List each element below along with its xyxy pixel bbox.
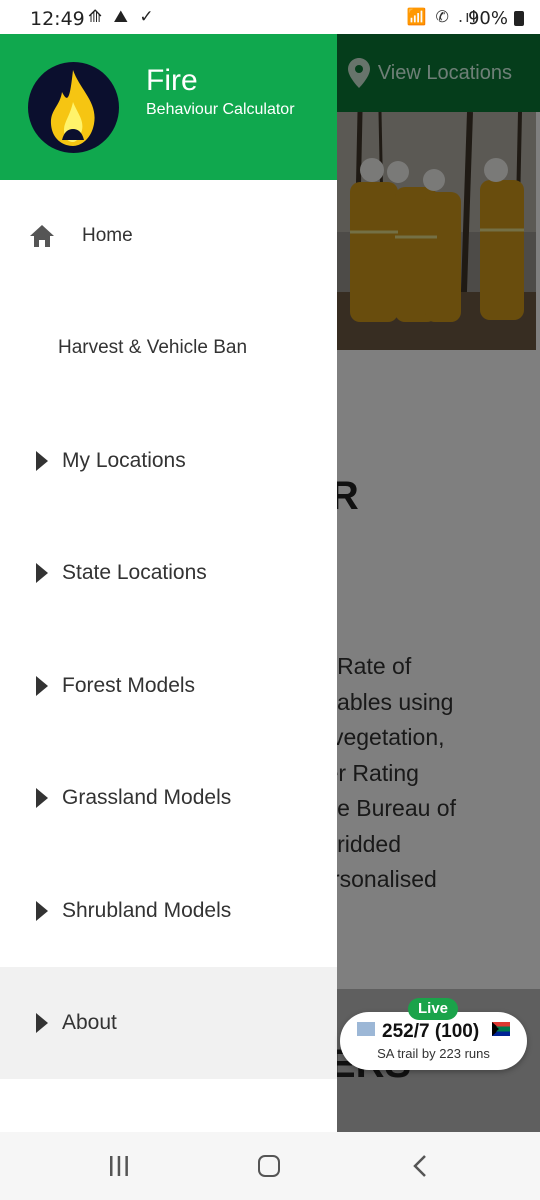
notification-icons: ⟰ ⛰ ✓	[88, 7, 157, 27]
home-icon	[30, 225, 54, 247]
menu-label: Forest Models	[62, 674, 196, 697]
home-button-icon[interactable]	[258, 1155, 280, 1177]
app-subtitle: Behaviour Calculator	[146, 101, 295, 118]
menu-label: My Locations	[62, 449, 186, 472]
menu-item-state-locations[interactable]: State Locations	[0, 517, 337, 629]
drawer-header: Fire Behaviour Calculator	[0, 34, 337, 180]
status-time: 12:49	[30, 8, 85, 30]
recent-apps-icon[interactable]	[109, 1155, 129, 1177]
menu-item-grassland-models[interactable]: Grassland Models	[0, 742, 337, 854]
caret-right-icon	[36, 563, 48, 583]
menu-label: Harvest & Vehicle Ban	[58, 337, 248, 358]
menu-item-my-locations[interactable]: My Locations	[0, 405, 337, 517]
menu-label: Shrubland Models	[62, 899, 232, 922]
battery-level: 90%	[467, 8, 508, 29]
australia-flag-icon	[357, 1022, 375, 1036]
caret-right-icon	[36, 788, 48, 808]
live-badge: Live	[408, 998, 458, 1020]
menu-item-home[interactable]: Home	[0, 180, 337, 292]
menu-label: State Locations	[62, 561, 207, 584]
navigation-drawer: Fire Behaviour Calculator Home Harvest &…	[0, 34, 337, 1132]
south-africa-flag-icon	[492, 1022, 510, 1036]
caret-right-icon	[36, 676, 48, 696]
menu-item-forest-models[interactable]: Forest Models	[0, 630, 337, 742]
menu-item-shrubland-models[interactable]: Shrubland Models	[0, 855, 337, 967]
menu-label: About	[62, 1011, 117, 1034]
app-logo	[28, 62, 119, 153]
live-score: 252/7 (100)	[382, 1021, 480, 1042]
menu-item-about[interactable]: About	[0, 967, 337, 1079]
menu-item-harvest-vehicle-ban[interactable]: Harvest & Vehicle Ban	[0, 292, 337, 404]
live-score-widget[interactable]: 252/7 (100) SA trail by 223 runs	[340, 1012, 527, 1070]
system-nav-bar	[0, 1132, 540, 1200]
status-bar: 12:49 ⟰ ⛰ ✓ 📶 ✆ .ıl 90%	[0, 0, 540, 34]
app-title: Fire	[146, 64, 198, 97]
caret-right-icon	[36, 451, 48, 471]
live-score-status: SA trail by 223 runs	[377, 1046, 490, 1061]
caret-right-icon	[36, 1013, 48, 1033]
menu-label: Grassland Models	[62, 786, 232, 809]
back-icon[interactable]	[413, 1155, 427, 1177]
menu-label: Home	[82, 225, 133, 246]
caret-right-icon	[36, 901, 48, 921]
battery-icon	[514, 11, 524, 26]
